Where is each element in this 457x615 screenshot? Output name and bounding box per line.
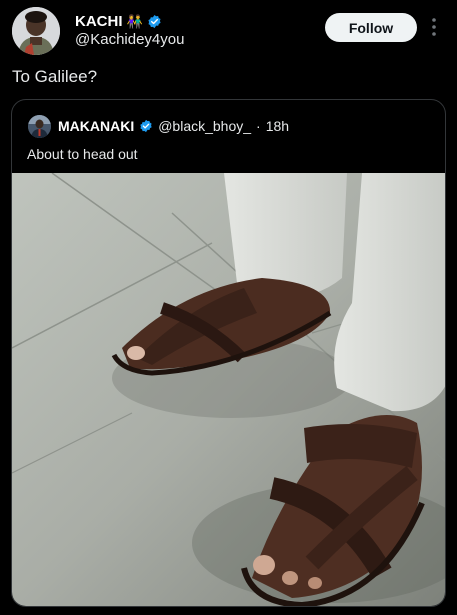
follow-button[interactable]: Follow (325, 13, 417, 42)
quote-timestamp[interactable]: 18h (266, 118, 289, 134)
quote-photo[interactable] (12, 173, 446, 607)
quote-meta-row: MAKANAKI @black_bhoy_ · 18h (58, 118, 289, 134)
couple-emoji-icon: 👫 (126, 13, 143, 29)
quote-author-avatar[interactable] (28, 115, 51, 138)
author-name[interactable]: KACHI (75, 13, 123, 30)
avatar-image (12, 7, 60, 55)
quote-author-handle[interactable]: @black_bhoy_ (158, 118, 251, 134)
author-handle[interactable]: @Kachidey4you (75, 31, 184, 48)
author-avatar[interactable] (12, 7, 60, 55)
quote-author-name[interactable]: MAKANAKI (58, 118, 134, 134)
tweet: KACHI 👫 @Kachidey4you Follow To Galilee?… (0, 0, 457, 615)
author-name-row[interactable]: KACHI 👫 (75, 13, 162, 30)
quote-text: About to head out (27, 146, 138, 162)
quoted-tweet-card[interactable]: MAKANAKI @black_bhoy_ · 18h About to hea… (11, 99, 446, 607)
quote-verified-badge-icon (140, 119, 152, 133)
quote-avatar-image (28, 115, 51, 138)
verified-badge-icon (148, 14, 161, 29)
more-vertical-icon[interactable] (428, 16, 440, 38)
tweet-text: To Galilee? (12, 67, 98, 86)
quote-separator: · (256, 118, 261, 134)
